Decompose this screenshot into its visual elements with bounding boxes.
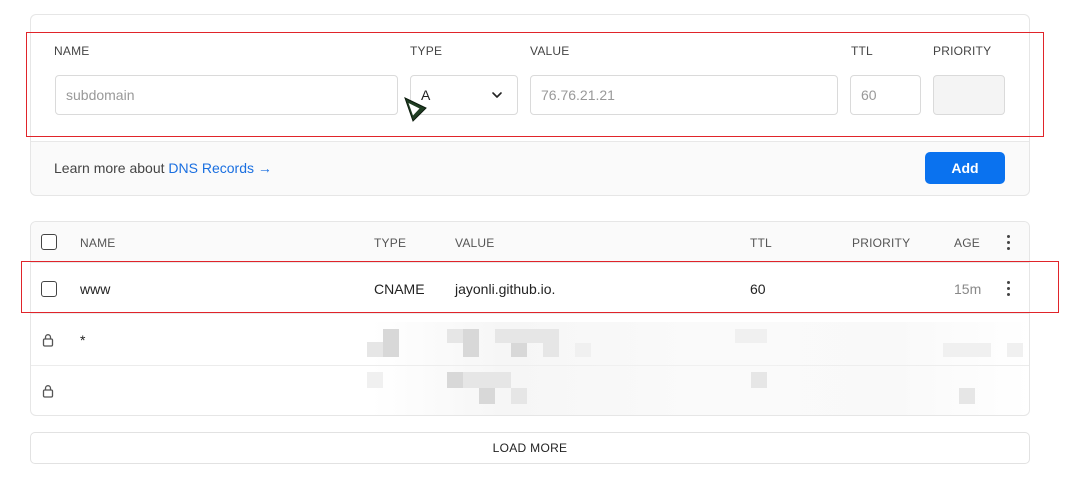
load-more-button[interactable]: LOAD MORE xyxy=(30,432,1030,464)
redacted-block xyxy=(447,372,463,388)
redacted-block xyxy=(1007,343,1023,357)
redacted-block xyxy=(511,343,527,357)
redacted-block xyxy=(367,372,383,388)
header-priority: PRIORITY xyxy=(852,236,911,250)
highlight-row-box xyxy=(21,261,1059,313)
header-name: NAME xyxy=(80,236,116,250)
header-value: VALUE xyxy=(455,236,495,250)
lock-icon xyxy=(42,385,54,398)
header-ttl: TTL xyxy=(750,236,772,250)
more-vertical-icon[interactable] xyxy=(1007,235,1011,251)
dns-records-table: NAME TYPE VALUE TTL PRIORITY AGE www CNA… xyxy=(30,221,1030,416)
row-name: * xyxy=(80,332,86,348)
redacted-block xyxy=(543,329,559,357)
redacted-block xyxy=(463,372,511,388)
redacted-block xyxy=(367,342,383,357)
learn-more-text: Learn more about DNS Records → xyxy=(54,160,272,176)
redacted-block xyxy=(943,343,991,357)
dns-records-link[interactable]: DNS Records → xyxy=(168,160,271,176)
redacted-block xyxy=(479,388,495,404)
learn-more-prefix: Learn more about xyxy=(54,160,169,176)
table-header: NAME TYPE VALUE TTL PRIORITY AGE xyxy=(31,222,1029,263)
redacted-block xyxy=(447,329,463,343)
lock-icon xyxy=(42,334,54,347)
redacted-block xyxy=(575,343,591,357)
header-age: AGE xyxy=(954,236,980,250)
redacted-block xyxy=(383,329,399,357)
row-divider xyxy=(31,313,1029,314)
redacted-block xyxy=(751,372,767,388)
add-button[interactable]: Add xyxy=(925,152,1005,184)
redacted-block xyxy=(495,329,543,343)
redacted-block xyxy=(959,388,975,404)
select-all-checkbox[interactable] xyxy=(41,234,57,250)
highlight-form-box xyxy=(26,32,1044,137)
redacted-block xyxy=(511,388,527,404)
redacted-block xyxy=(735,329,767,343)
redacted-block xyxy=(463,329,479,357)
header-type: TYPE xyxy=(374,236,407,250)
